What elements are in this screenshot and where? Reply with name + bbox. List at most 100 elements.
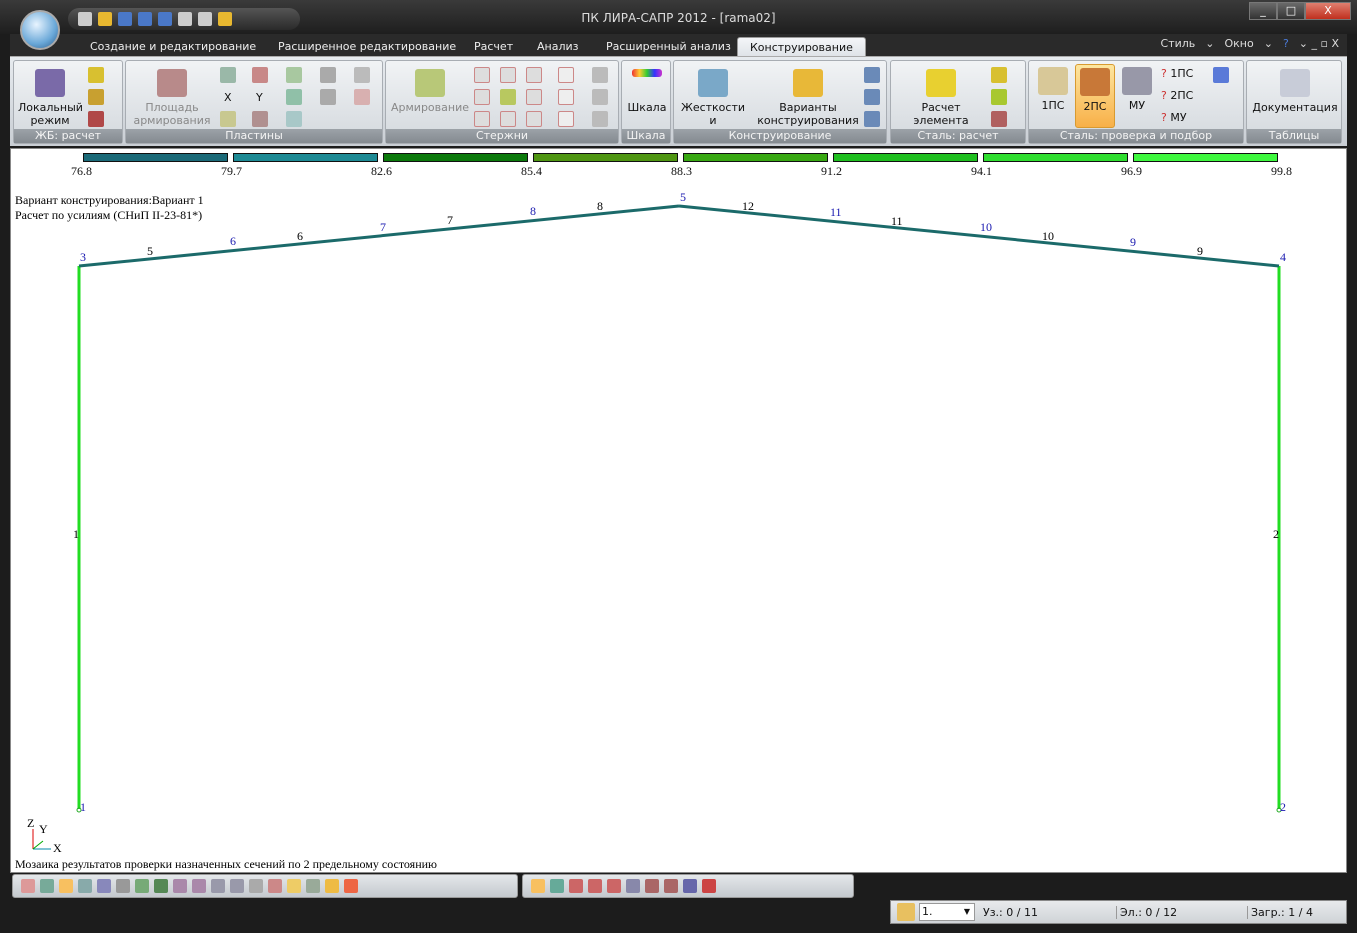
layers-icon[interactable] <box>592 89 608 105</box>
maximize-button[interactable]: □ <box>1277 2 1305 20</box>
x-button[interactable]: X <box>224 91 232 104</box>
section-icon[interactable] <box>474 111 490 127</box>
brush-icon[interactable] <box>287 879 301 893</box>
axis-icon[interactable] <box>306 879 320 893</box>
plate-icon[interactable] <box>220 67 236 83</box>
xy-view-icon[interactable] <box>588 879 602 893</box>
section-profile-icon[interactable] <box>1213 67 1229 83</box>
fragment-icon[interactable] <box>173 879 187 893</box>
plate-icon[interactable] <box>286 89 302 105</box>
documentation-button[interactable]: Документация <box>1251 69 1339 114</box>
select-icon[interactable] <box>21 879 35 893</box>
load-selector[interactable]: 1. ▼ <box>919 903 975 921</box>
ps1-small-button[interactable]: ? 1ПС <box>1161 67 1193 80</box>
asw-icon[interactable] <box>320 67 336 83</box>
pan-icon[interactable] <box>78 879 92 893</box>
percent-icon[interactable] <box>558 67 574 83</box>
section-icon[interactable] <box>474 67 490 83</box>
rotate-icon[interactable] <box>135 879 149 893</box>
plate-icon[interactable] <box>252 67 268 83</box>
scale-button[interactable]: Шкала <box>625 69 669 114</box>
section-icon[interactable] <box>526 89 542 105</box>
zoom-window-icon[interactable] <box>97 879 111 893</box>
filter-icon[interactable] <box>116 879 130 893</box>
model-viewport[interactable]: 76.8 79.7 82.6 85.4 88.3 91.2 94.1 96.9 99.8 Вар… <box>10 148 1347 873</box>
yz-view-icon[interactable] <box>607 879 621 893</box>
flag-icon[interactable] <box>344 879 358 893</box>
close-button[interactable]: X <box>1305 2 1351 20</box>
window-menu[interactable]: Окно <box>1225 37 1254 50</box>
loads-count: Загр.: 1 / 4 <box>1247 906 1313 919</box>
check-icon[interactable] <box>88 111 104 127</box>
mu-button[interactable]: МУ <box>1117 67 1157 112</box>
node-label: 2 <box>1280 800 1286 814</box>
tab-advanced-edit[interactable]: Расширенное редактирование <box>266 37 468 56</box>
hatch-icon[interactable] <box>864 89 880 105</box>
area-button[interactable]: Площадь армирования <box>130 69 214 127</box>
rotate-y-icon[interactable] <box>664 879 678 893</box>
help-icon[interactable]: ? <box>1283 37 1289 50</box>
plate-icon[interactable] <box>286 67 302 83</box>
add-icon[interactable] <box>864 111 880 127</box>
local-mode-button[interactable]: Локальный режим <box>18 69 83 127</box>
lightning-icon[interactable] <box>991 89 1007 105</box>
app-logo[interactable] <box>20 10 60 50</box>
rotate-x-icon[interactable] <box>645 879 659 893</box>
grid-icon[interactable] <box>211 879 225 893</box>
tab-analysis[interactable]: Анализ <box>525 37 591 56</box>
plate-icon[interactable] <box>354 67 370 83</box>
lightning-icon[interactable] <box>88 67 104 83</box>
ps2-small-button[interactable]: ? 2ПС <box>1161 89 1193 102</box>
axes-icon[interactable] <box>702 879 716 893</box>
tab-advanced-analysis[interactable]: Расширенный анализ <box>594 37 743 56</box>
section-icon[interactable] <box>526 111 542 127</box>
rafter-left[interactable] <box>78 204 680 268</box>
pencil-icon[interactable] <box>325 879 339 893</box>
minimize-button[interactable]: _ <box>1249 2 1277 20</box>
column-icon[interactable] <box>592 111 608 127</box>
plate-icon[interactable] <box>220 111 236 127</box>
section-icon[interactable] <box>526 67 542 83</box>
ka-icon[interactable] <box>320 89 336 105</box>
fragment-icon[interactable] <box>192 879 206 893</box>
xz-view-icon[interactable] <box>569 879 583 893</box>
view-icon[interactable] <box>550 879 564 893</box>
section-icon[interactable] <box>558 111 574 127</box>
section-icon[interactable] <box>500 111 516 127</box>
sum-icon[interactable] <box>88 89 104 105</box>
rafter-right[interactable] <box>678 204 1280 268</box>
pencil-icon[interactable] <box>897 903 915 921</box>
tab-create-edit[interactable]: Создание и редактирование <box>78 37 268 56</box>
search-icon[interactable] <box>249 879 263 893</box>
zoom-out-icon[interactable] <box>59 879 73 893</box>
lightning-icon[interactable] <box>991 67 1007 83</box>
tab-design[interactable]: Конструирование <box>737 37 866 56</box>
axonometry-icon[interactable] <box>531 879 545 893</box>
search-icon[interactable] <box>268 879 282 893</box>
y-button[interactable]: Y <box>256 91 263 104</box>
ps1-button[interactable]: 1ПС <box>1033 67 1073 112</box>
tab-calculation[interactable]: Расчет <box>462 37 525 56</box>
bars-icon[interactable] <box>558 89 574 105</box>
plate-icon[interactable] <box>252 111 268 127</box>
mu-small-button[interactable]: ? МУ <box>1161 111 1187 124</box>
add-icon[interactable] <box>864 67 880 83</box>
section-icon[interactable] <box>500 67 516 83</box>
rotate-z-icon[interactable] <box>683 879 697 893</box>
reinforcement-button[interactable]: Армирование <box>390 69 470 114</box>
pin-icon[interactable] <box>154 879 168 893</box>
sum-icon[interactable] <box>500 89 516 105</box>
check-icon[interactable] <box>991 111 1007 127</box>
plane-icon[interactable] <box>626 879 640 893</box>
section-icon[interactable] <box>474 89 490 105</box>
diagram-icon[interactable] <box>354 89 370 105</box>
zoom-in-icon[interactable] <box>40 879 54 893</box>
print-icon[interactable] <box>592 67 608 83</box>
element-label: 12 <box>742 199 754 213</box>
style-menu[interactable]: Стиль <box>1161 37 1196 50</box>
plate-icon[interactable] <box>286 111 302 127</box>
variants-button[interactable]: Варианты конструирования <box>756 69 860 127</box>
ps2-button[interactable]: 2ПС <box>1075 64 1115 128</box>
grid-icon[interactable] <box>230 879 244 893</box>
node-label: 7 <box>380 220 386 234</box>
